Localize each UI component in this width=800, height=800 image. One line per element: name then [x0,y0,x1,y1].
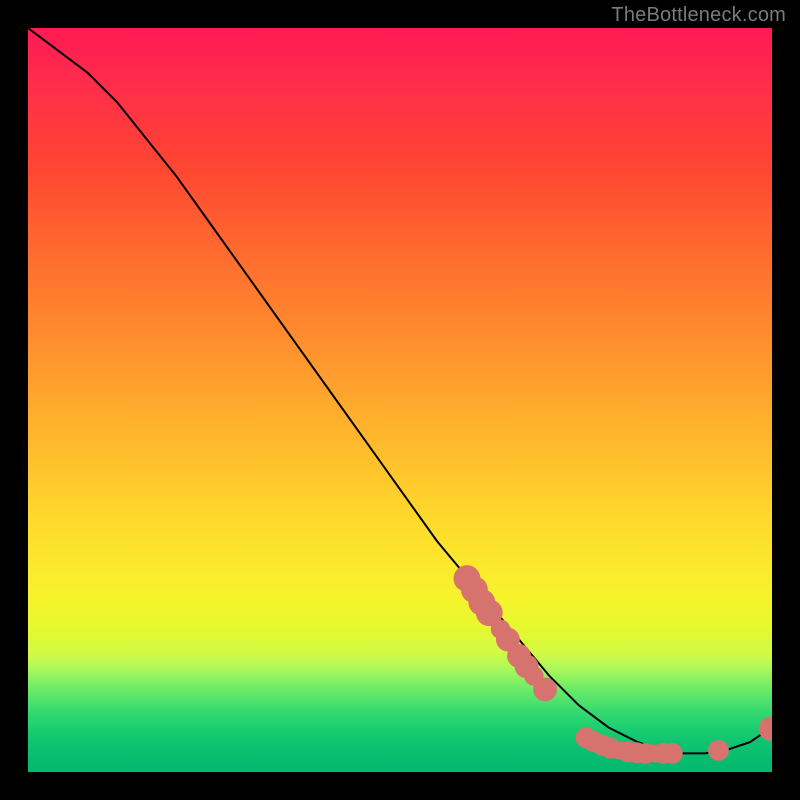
curve-marker [646,744,664,762]
curve-marker [759,717,772,741]
curve-svg [28,28,772,772]
curve-marker [515,654,539,678]
curve-marker [454,565,481,592]
curve-marker [583,731,604,752]
curve-marker [592,735,613,756]
curve-marker [524,666,543,685]
curve-marker [507,644,531,668]
curve-marker [476,599,503,626]
curve-marker [496,628,520,652]
curve-marker [461,576,488,603]
plot-area [28,28,772,772]
curve-marker [662,743,683,764]
curve-marker [533,677,557,701]
curve-marker [611,741,629,759]
curve-marker [576,727,597,748]
curve-marker [617,741,638,762]
curve-marker [653,743,674,764]
curve-marker [635,743,656,764]
watermark-text: TheBottleneck.com [611,4,786,27]
curve-marker [600,738,621,759]
curve-markers [454,565,772,764]
bottleneck-curve [28,28,772,753]
curve-marker [626,742,647,763]
curve-marker [491,619,510,638]
curve-marker [468,589,495,616]
curve-marker [708,740,729,761]
chart-frame: TheBottleneck.com [0,0,800,800]
